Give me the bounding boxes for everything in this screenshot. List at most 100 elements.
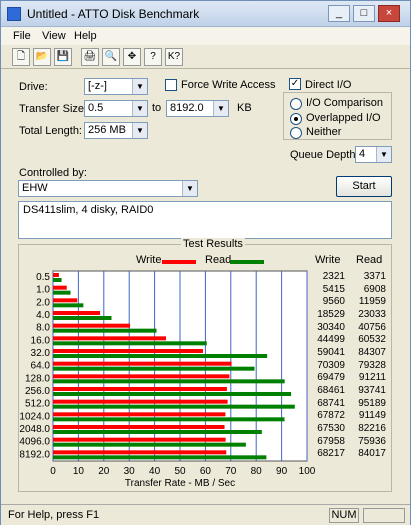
y-tick-label: 0.5 <box>36 272 50 283</box>
controlled-by-select[interactable]: EHW ▼ <box>18 180 198 197</box>
read-bar <box>53 379 285 384</box>
atto-window: Untitled - ATTO Disk Benchmark _ □ × Fil… <box>0 0 411 525</box>
read-bar <box>53 404 295 409</box>
write-bar <box>53 323 131 328</box>
drive-value: [-z-] <box>88 80 107 92</box>
read-value: 40756 <box>358 321 386 333</box>
maximize-button[interactable]: □ <box>353 5 375 22</box>
overlapped-io-radio[interactable] <box>290 113 302 125</box>
read-bar <box>53 303 84 308</box>
write-value: 70309 <box>317 359 345 371</box>
status-help-text: For Help, press F1 <box>8 509 100 521</box>
write-bar <box>53 349 203 353</box>
queue-depth-select[interactable]: 4 ▼ <box>355 146 392 163</box>
transfer-from-value: 0.5 <box>88 102 104 114</box>
minimize-button[interactable]: _ <box>328 5 350 22</box>
y-tick-label: 8.0 <box>36 323 50 334</box>
x-axis-label: Transfer Rate - MB / Sec <box>125 478 235 489</box>
legend-write-label: Write <box>136 254 162 266</box>
write-bar <box>53 399 228 404</box>
save-icon[interactable]: 💾 <box>54 48 72 66</box>
write-bar <box>53 412 226 417</box>
write-value: 69479 <box>317 372 345 384</box>
transfer-rate-chart: 0 10 20 30 40 50 60 70 80 90 100 0.5 1.02.0 4.0 8.016.… <box>19 270 316 489</box>
help-icon[interactable]: ? <box>144 48 162 66</box>
write-bar <box>53 311 101 315</box>
x-tick-label: 30 <box>124 466 136 477</box>
read-bar <box>53 455 267 460</box>
new-file-icon[interactable]: 🗋 <box>12 48 30 66</box>
x-tick-label: 40 <box>149 466 161 477</box>
x-tick-label: 80 <box>251 466 263 477</box>
print-icon[interactable]: 🖨 <box>81 48 99 66</box>
write-bar <box>53 298 78 303</box>
move-icon[interactable]: ✥ <box>123 48 141 66</box>
write-value: 30340 <box>317 321 345 333</box>
read-value: 84307 <box>358 347 386 359</box>
controlled-by-label: Controlled by: <box>19 167 87 179</box>
menu-help[interactable]: Help <box>74 30 97 42</box>
queue-depth-value: 4 <box>359 148 366 160</box>
read-bar <box>53 341 207 346</box>
read-bar <box>53 328 157 333</box>
read-bar <box>53 290 71 295</box>
y-tick-label: 32.0 <box>31 348 51 359</box>
drive-label: Drive: <box>19 81 48 93</box>
controlled-by-value: EHW <box>22 182 48 194</box>
write-value: 68217 <box>317 448 345 460</box>
write-value: 2321 <box>322 271 345 282</box>
close-button[interactable]: × <box>378 5 400 22</box>
y-tick-label: 128.0 <box>25 373 50 384</box>
y-tick-label: 2.0 <box>36 297 50 308</box>
io-comparison-label: I/O Comparison <box>306 97 384 109</box>
print-preview-icon[interactable]: 🔍 <box>102 48 120 66</box>
direct-io-checkbox[interactable]: ✓ <box>289 78 301 90</box>
io-comparison-radio[interactable] <box>290 98 302 110</box>
toolbar: 🗋 📂 💾 🖨 🔍 ✥ ? K? <box>1 45 410 69</box>
title-bar[interactable]: Untitled - ATTO Disk Benchmark _ □ × <box>1 1 410 27</box>
app-icon <box>7 7 21 21</box>
read-value: 91211 <box>358 372 386 384</box>
transfer-size-to[interactable]: 8192.0 ▼ <box>166 100 229 117</box>
num-lock-indicator: NUM <box>329 508 359 523</box>
transfer-size-from[interactable]: 0.5 ▼ <box>84 100 148 117</box>
drive-select[interactable]: [-z-] ▼ <box>84 78 148 95</box>
read-value: 84017 <box>358 448 386 460</box>
read-bar <box>53 430 262 434</box>
y-tick-label: 16.0 <box>31 335 51 346</box>
overlapped-io-label: Overlapped I/O <box>306 112 381 124</box>
write-value: 68461 <box>317 385 345 397</box>
read-value: 93741 <box>358 385 386 397</box>
open-folder-icon[interactable]: 📂 <box>33 48 51 66</box>
total-length-select[interactable]: 256 MB ▼ <box>84 122 148 139</box>
neither-radio[interactable] <box>290 127 302 139</box>
kb-label: KB <box>237 102 252 114</box>
start-button[interactable]: Start <box>336 176 392 197</box>
total-length-value: 256 MB <box>88 124 126 136</box>
chevron-down-icon: ▼ <box>132 79 147 94</box>
description-textarea[interactable]: DS411slim, 4 disky, RAID0 <box>18 201 392 239</box>
chevron-down-icon: ▼ <box>213 101 228 116</box>
y-tick-label: 2048.0 <box>19 424 50 435</box>
test-results-panel: Test Results Write Read Write Read 0 10 20… <box>18 238 392 492</box>
menu-file[interactable]: File <box>13 30 31 42</box>
context-help-icon[interactable]: K? <box>165 48 183 66</box>
write-bar <box>53 374 230 379</box>
write-column-header: Write <box>315 254 341 266</box>
menu-view[interactable]: View <box>42 30 66 42</box>
read-value: 82216 <box>358 423 386 435</box>
write-bar <box>53 425 225 429</box>
y-tick-label: 64.0 <box>31 361 51 372</box>
x-tick-label: 50 <box>174 466 186 477</box>
direct-io-label: Direct I/O <box>305 79 352 91</box>
force-write-checkbox[interactable] <box>165 79 177 91</box>
x-tick-label: 60 <box>200 466 212 477</box>
write-value: 18529 <box>317 309 345 320</box>
chevron-down-icon: ▼ <box>132 101 147 116</box>
read-value: 60532 <box>358 334 386 346</box>
x-tick-label: 70 <box>225 466 237 477</box>
read-value: 75936 <box>358 435 386 447</box>
chevron-down-icon: ▼ <box>132 123 147 138</box>
write-value: 67958 <box>317 435 345 447</box>
transfer-size-label: Transfer Size: <box>19 103 88 115</box>
